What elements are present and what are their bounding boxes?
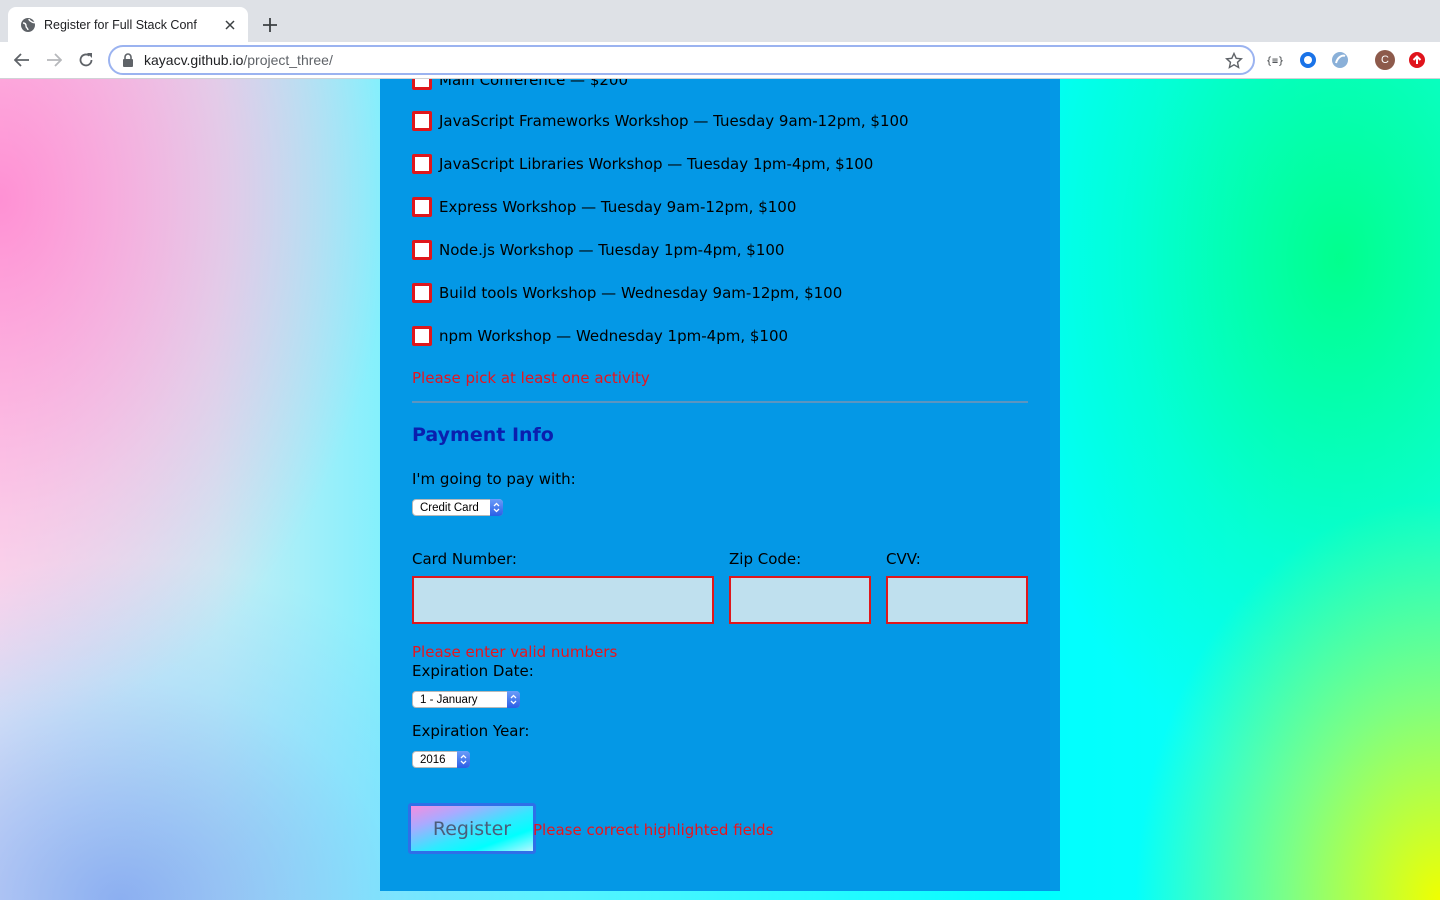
activity-checkbox[interactable]	[412, 326, 432, 346]
exp-year-select[interactable]: 2016	[412, 751, 470, 768]
activity-error: Please pick at least one activity	[412, 369, 650, 387]
activity-label: npm Workshop — Wednesday 1pm-4pm, $100	[439, 327, 789, 345]
chevron-updown-icon	[490, 499, 503, 516]
new-tab-button[interactable]	[258, 13, 282, 37]
activity-checkbox[interactable]	[412, 283, 432, 303]
activity-checkbox[interactable]	[412, 197, 432, 217]
back-button[interactable]	[10, 48, 34, 72]
globe-icon	[20, 17, 36, 33]
registration-form: Main Conference — $200 JavaScript Framew…	[380, 79, 1060, 891]
tab-title: Register for Full Stack Conf	[44, 17, 197, 32]
address-bar[interactable]: kayacv.github.io/project_three/	[108, 45, 1255, 75]
zip-code-input[interactable]	[729, 576, 871, 624]
activity-label: Express Workshop — Tuesday 9am-12pm, $10…	[439, 198, 797, 216]
activity-label: Main Conference — $200	[439, 79, 629, 89]
exp-date-label: Expiration Date:	[412, 662, 534, 680]
payment-method-select[interactable]: Credit Card	[412, 499, 503, 516]
chevron-updown-icon	[457, 751, 470, 768]
card-number-label: Card Number:	[412, 550, 517, 568]
activity-npm[interactable]: npm Workshop — Wednesday 1pm-4pm, $100	[412, 325, 788, 347]
forward-button[interactable]	[42, 48, 66, 72]
payment-method-value: Credit Card	[420, 501, 479, 514]
update-icon[interactable]	[1407, 50, 1427, 70]
activity-nodejs[interactable]: Node.js Workshop — Tuesday 1pm-4pm, $100	[412, 239, 784, 261]
vpn-extension-icon[interactable]	[1330, 50, 1350, 70]
url-path: /project_three/	[243, 52, 333, 68]
activity-checkbox[interactable]	[412, 240, 432, 260]
activity-label: Build tools Workshop — Wednesday 9am-12p…	[439, 284, 843, 302]
close-tab-icon[interactable]	[222, 17, 238, 33]
circle-extension-icon[interactable]	[1298, 50, 1318, 70]
activity-label: JavaScript Libraries Workshop — Tuesday …	[439, 155, 874, 173]
activity-checkbox[interactable]	[412, 111, 432, 131]
payment-title: Payment Info	[412, 424, 554, 446]
cvv-input[interactable]	[886, 576, 1028, 624]
section-divider	[412, 401, 1028, 403]
exp-month-value: 1 - January	[420, 693, 478, 706]
chevron-updown-icon	[507, 691, 520, 708]
activity-express[interactable]: Express Workshop — Tuesday 9am-12pm, $10…	[412, 196, 796, 218]
tab-strip: Register for Full Stack Conf	[0, 0, 1440, 42]
activity-main-conference[interactable]: Main Conference — $200	[412, 79, 628, 91]
url-host: kayacv.github.io	[144, 52, 244, 68]
exp-year-value: 2016	[420, 753, 446, 766]
activity-build-tools[interactable]: Build tools Workshop — Wednesday 9am-12p…	[412, 282, 842, 304]
json-viewer-icon[interactable]: {≡}	[1266, 50, 1286, 70]
submit-error: Please correct highlighted fields	[533, 821, 774, 839]
activity-js-frameworks[interactable]: JavaScript Frameworks Workshop — Tuesday…	[412, 110, 909, 132]
page-viewport: Main Conference — $200 JavaScript Framew…	[0, 79, 1440, 900]
reload-button[interactable]	[74, 48, 98, 72]
activity-label: Node.js Workshop — Tuesday 1pm-4pm, $100	[439, 241, 785, 259]
zip-label: Zip Code:	[729, 550, 802, 568]
profile-initial: C	[1381, 54, 1389, 66]
lock-icon	[122, 53, 136, 67]
pay-with-label: I'm going to pay with:	[412, 470, 576, 488]
card-number-input[interactable]	[412, 576, 714, 624]
activity-checkbox[interactable]	[412, 154, 432, 174]
activity-label: JavaScript Frameworks Workshop — Tuesday…	[439, 112, 909, 130]
card-error: Please enter valid numbers	[412, 643, 618, 661]
svg-text:{≡}: {≡}	[1266, 56, 1284, 66]
cvv-label: CVV:	[886, 550, 921, 568]
activity-checkbox[interactable]	[412, 79, 432, 90]
exp-month-select[interactable]: 1 - January	[412, 691, 520, 708]
activity-js-libraries[interactable]: JavaScript Libraries Workshop — Tuesday …	[412, 153, 873, 175]
profile-avatar[interactable]: C	[1375, 50, 1395, 70]
exp-year-label: Expiration Year:	[412, 722, 530, 740]
browser-tab[interactable]: Register for Full Stack Conf	[8, 7, 248, 42]
register-button[interactable]: Register	[408, 803, 536, 854]
browser-toolbar: kayacv.github.io/project_three/ {≡} C	[0, 42, 1440, 79]
bookmark-star-icon[interactable]	[1225, 52, 1243, 70]
